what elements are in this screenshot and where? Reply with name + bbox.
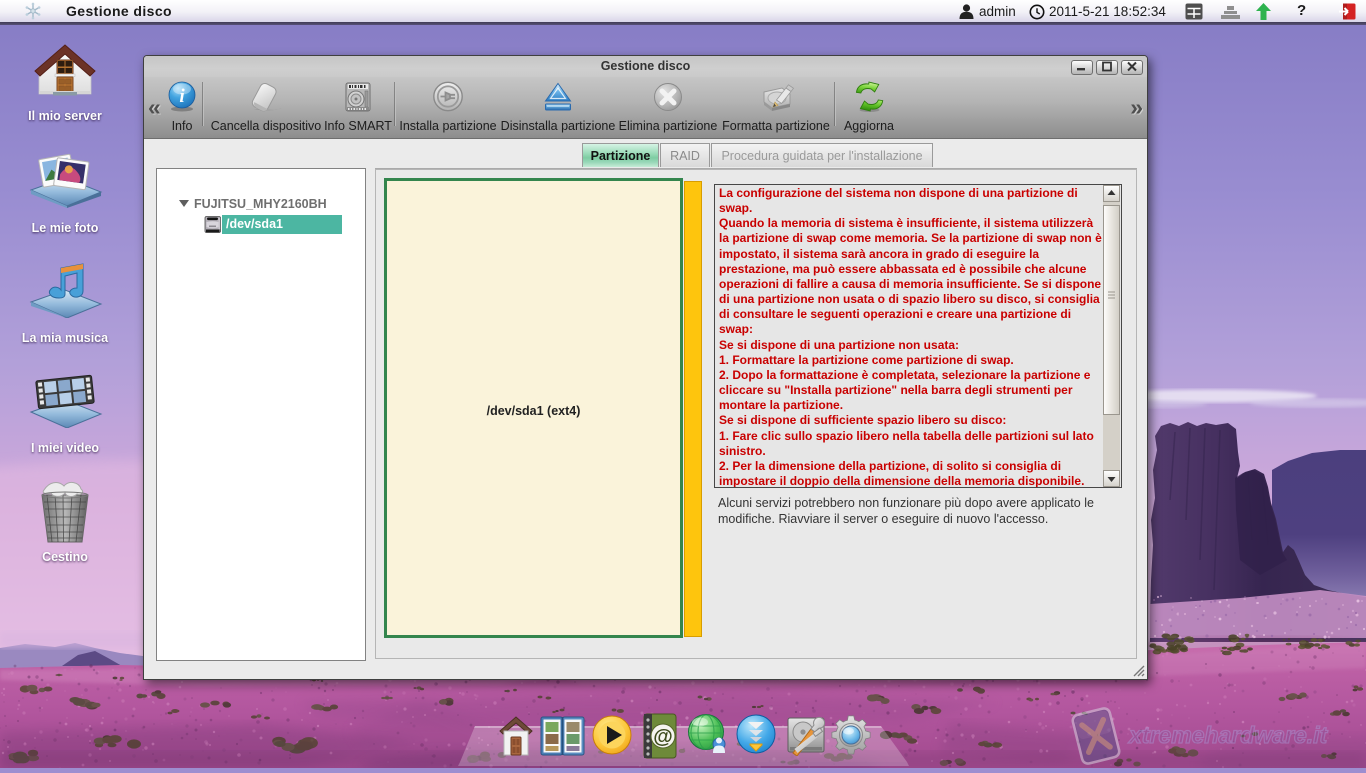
svg-text:i: i <box>179 86 185 107</box>
svg-text:@: @ <box>653 726 673 748</box>
